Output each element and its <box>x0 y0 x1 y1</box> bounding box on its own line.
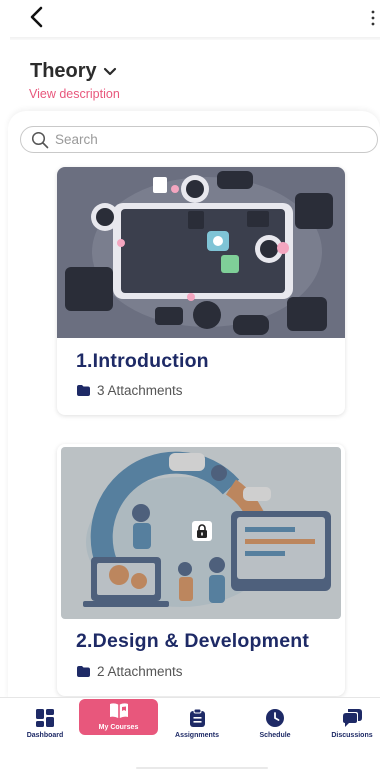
attachments-count: 2 Attachments <box>77 664 183 679</box>
chevron-down-icon <box>103 67 116 75</box>
nav-label: My Courses <box>98 724 139 731</box>
more-vertical-icon <box>371 10 375 26</box>
nav-schedule[interactable]: Schedule <box>248 698 302 750</box>
nav-dashboard[interactable]: Dashboard <box>18 698 72 750</box>
lock-badge <box>192 521 212 541</box>
clipboard-icon <box>189 709 205 727</box>
search-icon <box>31 131 49 148</box>
course-title: 2.Design & Development <box>76 630 310 652</box>
nav-label: Dashboard <box>26 732 64 739</box>
nav-label: Assignments <box>175 732 219 739</box>
chat-icon <box>342 709 362 727</box>
dashboard-icon <box>36 709 54 727</box>
topbar-divider <box>10 37 380 40</box>
chevron-left-icon <box>30 6 43 28</box>
attachments-label: 2 Attachments <box>97 664 183 679</box>
nav-discussions[interactable]: Discussions <box>324 698 380 750</box>
more-options-button[interactable] <box>368 6 378 30</box>
folder-icon <box>77 666 90 677</box>
course-title: 1.Introduction <box>76 350 209 372</box>
nav-assignments[interactable]: Assignments <box>170 698 224 750</box>
course-thumbnail <box>57 167 345 338</box>
folder-icon <box>77 385 90 396</box>
attachments-count: 3 Attachments <box>77 383 183 398</box>
search-bar[interactable] <box>20 126 378 153</box>
view-description-link[interactable]: View description <box>29 87 120 101</box>
book-icon <box>109 703 128 718</box>
nav-my-courses[interactable]: My Courses <box>79 699 158 735</box>
search-input[interactable] <box>55 132 355 147</box>
section-selector[interactable]: Theory <box>30 60 117 83</box>
bottom-navigation: Dashboard My Courses Assignments Schedul… <box>0 697 380 751</box>
top-app-bar <box>0 0 380 40</box>
lock-icon <box>197 524 207 538</box>
page-title: Theory <box>30 60 97 82</box>
course-card-locked[interactable]: 2.Design & Development 2 Attachments <box>57 444 345 696</box>
clock-icon <box>266 709 284 727</box>
attachments-label: 3 Attachments <box>97 383 183 398</box>
course-thumbnail <box>61 447 341 619</box>
course-card[interactable]: 1.Introduction 3 Attachments <box>57 167 345 415</box>
nav-label: Schedule <box>259 732 291 739</box>
nav-label: Discussions <box>331 732 373 739</box>
back-button[interactable] <box>26 5 48 29</box>
